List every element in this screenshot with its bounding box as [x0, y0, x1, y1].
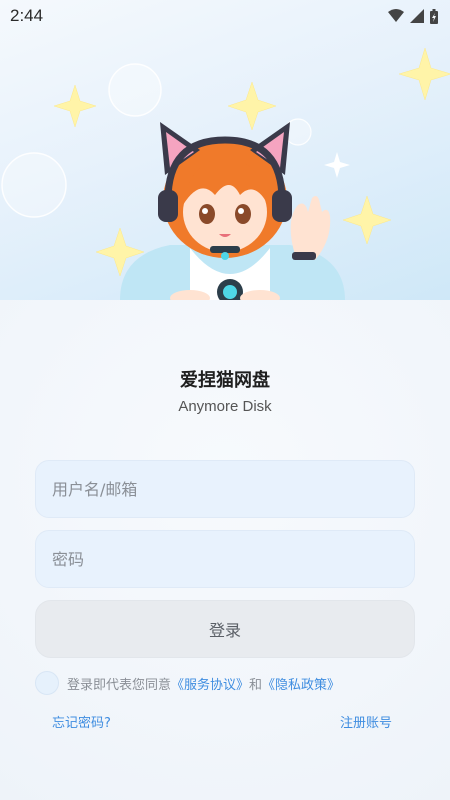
register-link[interactable]: 注册账号	[340, 712, 392, 731]
agreement-row: 登录即代表您同意《服务协议》和《隐私政策》	[35, 670, 425, 696]
username-input[interactable]	[52, 479, 414, 499]
mascot-illustration	[1, 47, 450, 300]
forgot-password-link[interactable]: 忘记密码?	[52, 712, 111, 731]
battery-icon	[430, 8, 438, 24]
password-field[interactable]	[35, 530, 415, 588]
login-button[interactable]: 登录	[35, 600, 415, 658]
privacy-link[interactable]: 《隐私政策》	[262, 678, 340, 693]
agreement-and: 和	[249, 677, 263, 693]
agreement-prefix: 登录即代表您同意	[67, 677, 172, 693]
password-input[interactable]	[52, 549, 414, 569]
username-field[interactable]	[35, 460, 415, 518]
wifi-icon	[388, 9, 404, 22]
status-bar: 2:44	[0, 0, 450, 32]
app-title: 爱捏猫网盘	[180, 370, 270, 391]
header-banner	[0, 0, 450, 300]
terms-link[interactable]: 《服务协议》	[171, 678, 249, 693]
signal-icon	[410, 9, 424, 23]
agreement-text: 登录即代表您同意《服务协议》和《隐私政策》	[67, 674, 340, 693]
app-subtitle: Anymore Disk	[178, 398, 272, 415]
agreement-checkbox[interactable]	[35, 671, 59, 695]
status-time: 2:44	[10, 6, 44, 25]
